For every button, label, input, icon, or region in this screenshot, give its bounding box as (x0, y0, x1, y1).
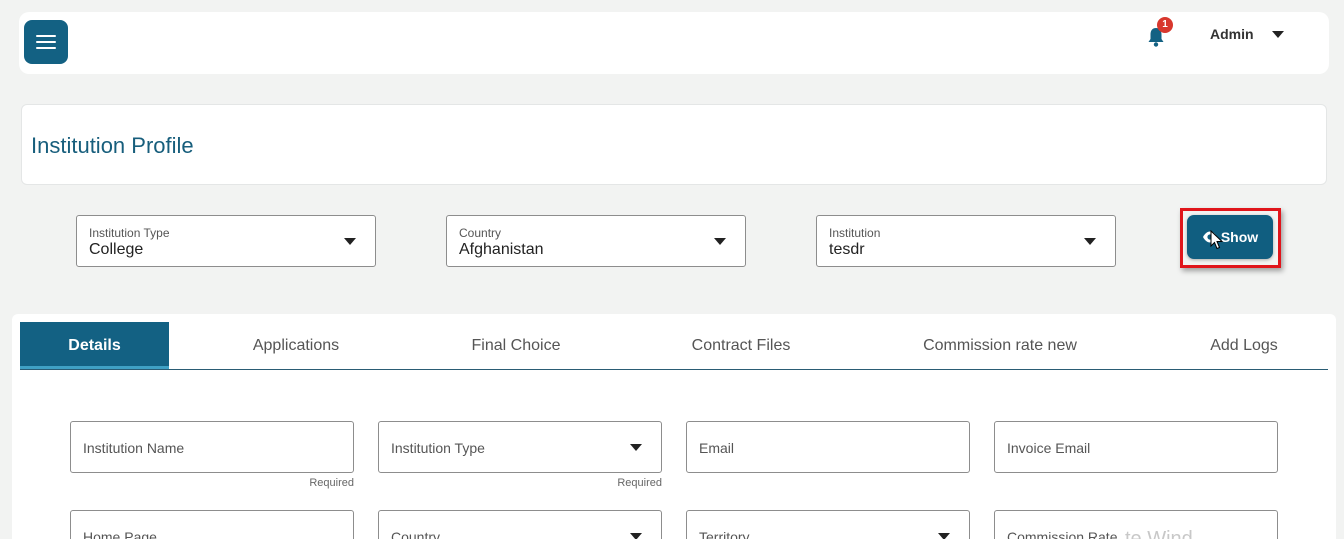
chevron-down-icon (938, 533, 950, 539)
tab-final-choice[interactable]: Final Choice (436, 322, 596, 369)
field-placeholder: Country (391, 529, 441, 539)
user-menu[interactable]: Admin (1210, 24, 1284, 44)
email-input[interactable]: Email (686, 421, 970, 473)
notification-badge: 1 (1157, 17, 1173, 33)
chevron-down-icon (630, 444, 642, 451)
chevron-down-icon (714, 238, 726, 245)
field-placeholder: Institution Name (83, 440, 185, 456)
institution-type-filter[interactable]: Institution Type College (76, 215, 376, 267)
show-button-label: Show (1220, 229, 1259, 245)
chevron-down-icon (344, 238, 356, 245)
field-placeholder: Institution Type (391, 440, 485, 456)
title-card: Institution Profile (21, 104, 1327, 185)
menu-icon-line (36, 35, 56, 37)
filter-label: Country (459, 226, 502, 240)
home-page-input[interactable]: Home Page (70, 510, 354, 539)
tab-commission-rate-new[interactable]: Commission rate new (900, 322, 1100, 369)
tab-contract-files[interactable]: Contract Files (661, 322, 821, 369)
chevron-down-icon (630, 533, 642, 539)
invoice-email-input[interactable]: Invoice Email (994, 421, 1278, 473)
field-placeholder: Invoice Email (1007, 440, 1091, 456)
field-placeholder: Territory (699, 529, 750, 539)
institution-name-input[interactable]: Institution Name (70, 421, 354, 473)
tab-applications[interactable]: Applications (216, 322, 376, 369)
territory-select[interactable]: Territory (686, 510, 970, 539)
tab-bar: Details Applications Final Choice Contra… (20, 322, 1328, 370)
filter-label: Institution Type (89, 226, 170, 240)
filter-value: tesdr (829, 241, 865, 258)
field-placeholder: Commission Rate (1007, 529, 1118, 539)
field-placeholder: Email (699, 440, 735, 456)
required-helper-text: Required (617, 477, 662, 489)
institution-filter[interactable]: Institution tesdr (816, 215, 1116, 267)
chevron-down-icon (1084, 238, 1096, 245)
chevron-down-icon (1271, 30, 1284, 38)
menu-icon-line (36, 41, 56, 43)
field-placeholder: Home Page (83, 529, 157, 539)
filter-label: Institution (829, 226, 881, 240)
menu-icon-line (36, 47, 56, 49)
mouse-cursor-icon (1210, 230, 1224, 250)
top-bar (19, 12, 1329, 74)
tab-add-logs[interactable]: Add Logs (1184, 322, 1304, 369)
required-helper-text: Required (309, 477, 354, 489)
show-button[interactable]: Show (1187, 215, 1273, 259)
country-select[interactable]: Country (378, 510, 662, 539)
filter-value: Afghanistan (459, 241, 544, 258)
country-filter[interactable]: Country Afghanistan (446, 215, 746, 267)
filter-value: College (89, 241, 144, 258)
page-title: Institution Profile (31, 133, 194, 158)
user-name: Admin (1210, 26, 1254, 42)
windows-activation-watermark: te Wind (1125, 528, 1193, 539)
tab-details[interactable]: Details (20, 322, 169, 369)
hamburger-menu-button[interactable] (24, 20, 68, 64)
institution-type-select[interactable]: Institution Type (378, 421, 662, 473)
